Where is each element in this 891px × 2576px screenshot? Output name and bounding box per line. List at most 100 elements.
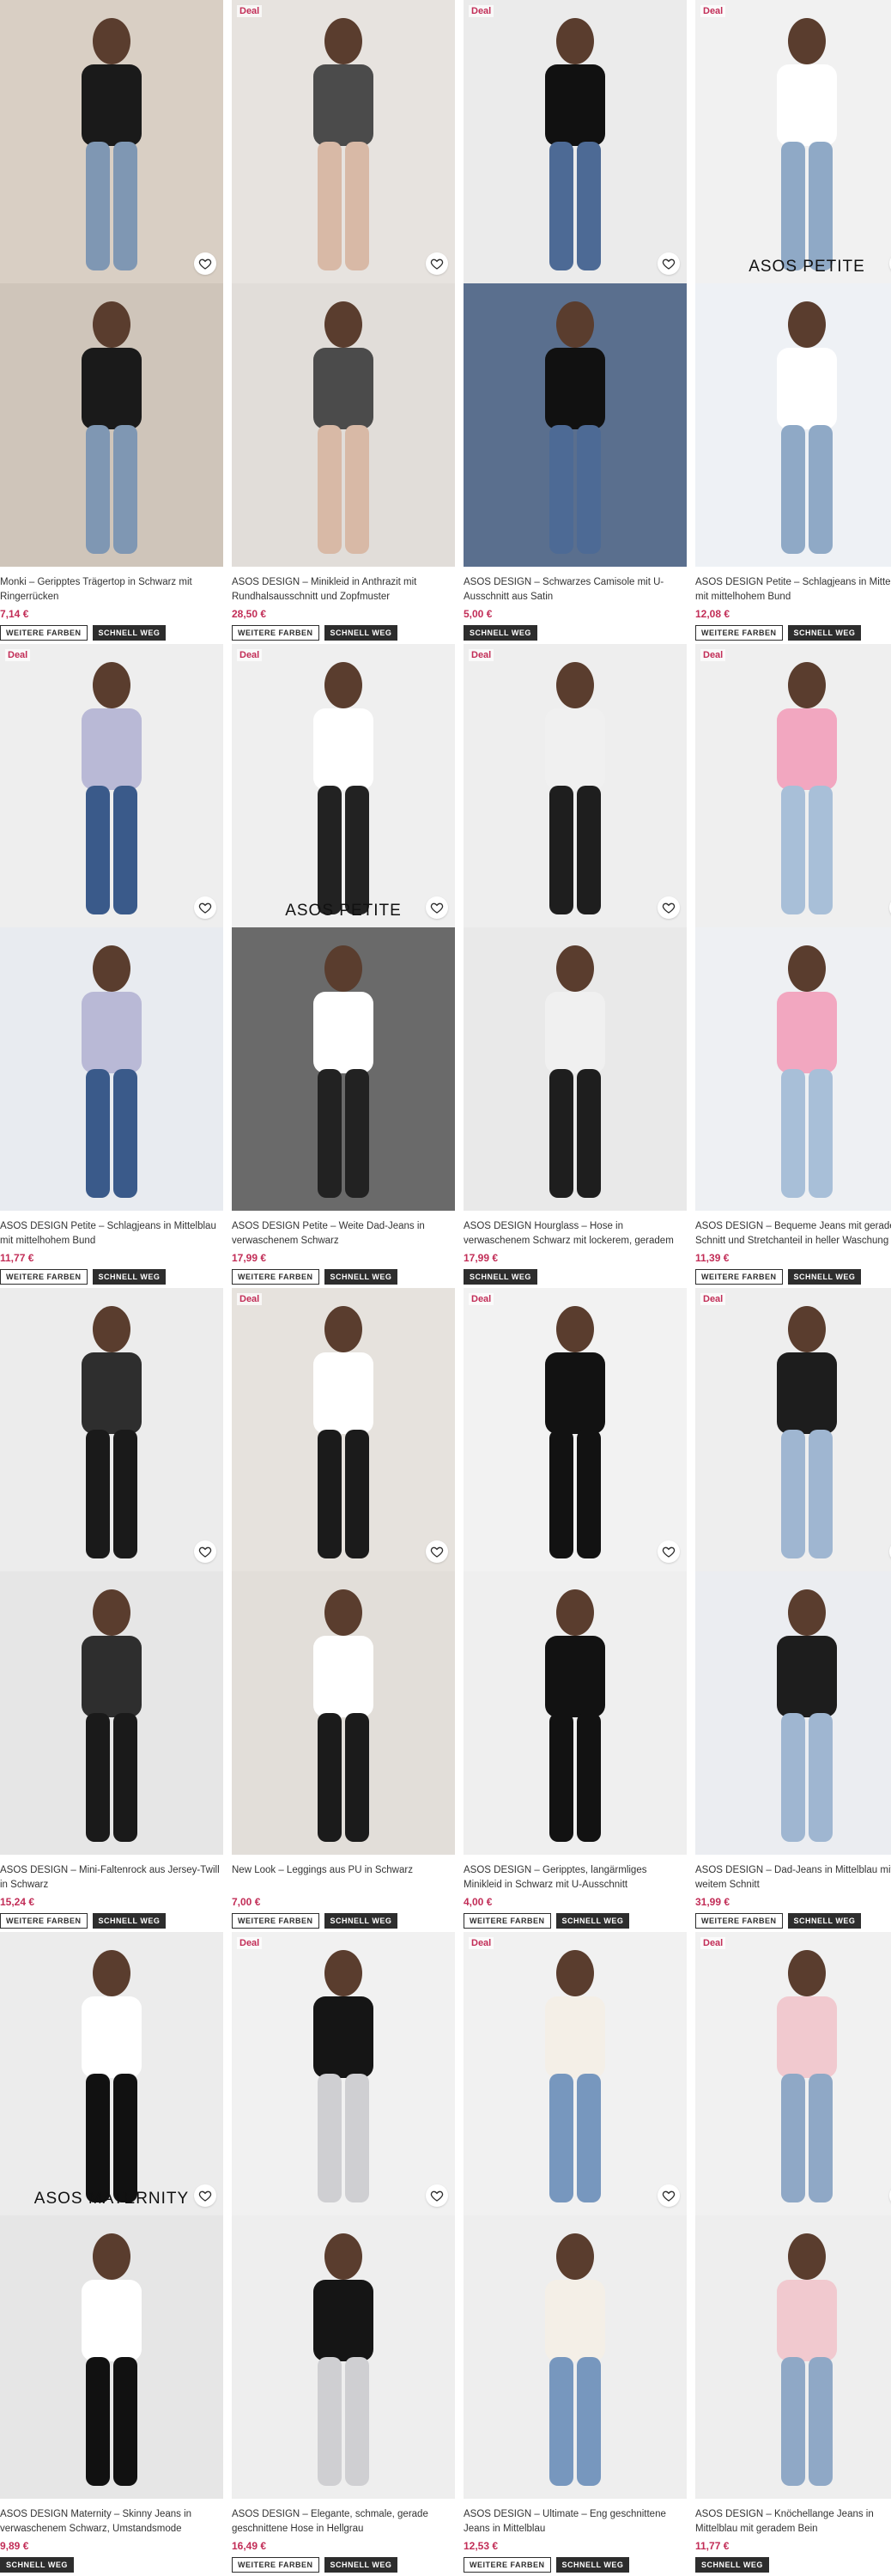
product-image[interactable]: Deal bbox=[464, 1932, 687, 2499]
product-title[interactable]: ASOS DESIGN – Geripptes, langärmliges Mi… bbox=[464, 1863, 687, 1893]
wishlist-heart-icon[interactable] bbox=[194, 2184, 216, 2207]
wishlist-heart-icon[interactable] bbox=[658, 896, 680, 919]
product-title[interactable]: ASOS DESIGN – Minikleid in Anthrazit mit… bbox=[232, 575, 455, 605]
deal-badge: Deal bbox=[700, 649, 726, 661]
product-photo-secondary bbox=[232, 2215, 455, 2499]
product-card[interactable]: ASOS MATERNITY ASOS DESIGN Maternity – Sk… bbox=[0, 1932, 223, 2573]
product-info: ASOS DESIGN – Bequeme Jeans mit geradem … bbox=[695, 1219, 891, 1285]
product-card[interactable]: Deal ASOS DESIGN – Elegante, schmale, ger… bbox=[232, 1932, 455, 2573]
wishlist-heart-icon[interactable] bbox=[194, 1540, 216, 1563]
wishlist-heart-icon[interactable] bbox=[658, 252, 680, 275]
product-photo-primary bbox=[695, 0, 891, 283]
product-card[interactable]: Deal ASOS DESIGN – Geripptes, langärmlige… bbox=[464, 1288, 687, 1929]
product-badges: WEITERE FARBEN SCHNELL WEG bbox=[0, 625, 223, 641]
wishlist-heart-icon[interactable] bbox=[194, 252, 216, 275]
product-price: 9,89 € bbox=[0, 2540, 29, 2552]
wishlist-heart-icon[interactable] bbox=[658, 2184, 680, 2207]
product-image[interactable]: Deal bbox=[464, 644, 687, 1211]
product-image[interactable]: Deal bbox=[695, 644, 891, 1211]
product-card[interactable]: Deal New Look – Leggings aus PU in Schwar… bbox=[232, 1288, 455, 1929]
deal-badge: Deal bbox=[237, 1937, 263, 1949]
product-card[interactable]: Deal ASOS DESIGN Hourglass – Hose in verw… bbox=[464, 644, 687, 1285]
product-photo-secondary bbox=[232, 283, 455, 567]
product-card[interactable]: Deal ASOS DESIGN – Bequeme Jeans mit gera… bbox=[695, 644, 891, 1285]
more-colours-badge[interactable]: WEITERE FARBEN bbox=[232, 1913, 319, 1929]
brand-overlay: ASOS PETITE bbox=[285, 902, 402, 920]
wishlist-heart-icon[interactable] bbox=[658, 1540, 680, 1563]
product-card[interactable]: Deal ASOS DESIGN – Ultimate – Eng geschni… bbox=[464, 1932, 687, 2573]
product-image[interactable] bbox=[0, 0, 223, 567]
more-colours-badge[interactable]: WEITERE FARBEN bbox=[0, 1269, 88, 1285]
product-card[interactable]: Monki – Geripptes Trägertop in Schwarz m… bbox=[0, 0, 223, 641]
product-image[interactable]: Deal bbox=[232, 1288, 455, 1855]
product-photo-secondary bbox=[0, 1571, 223, 1855]
product-card[interactable]: Deal ASOS PETITE ASOS DESIGN Petite – Schl… bbox=[695, 0, 891, 641]
product-title[interactable]: ASOS DESIGN Petite – Weite Dad-Jeans in … bbox=[232, 1219, 455, 1249]
more-colours-badge[interactable]: WEITERE FARBEN bbox=[464, 1913, 551, 1929]
product-card[interactable]: Deal ASOS DESIGN – Schwarzes Camisole mit… bbox=[464, 0, 687, 641]
product-badges: SCHNELL WEG bbox=[464, 1269, 687, 1285]
more-colours-badge[interactable]: WEITERE FARBEN bbox=[695, 625, 783, 641]
product-image[interactable]: Deal bbox=[232, 0, 455, 567]
product-badges: WEITERE FARBEN SCHNELL WEG bbox=[464, 1913, 687, 1929]
product-title[interactable]: ASOS DESIGN – Ultimate – Eng geschnitten… bbox=[464, 2507, 687, 2537]
product-card[interactable]: Deal ASOS PETITE ASOS DESIGN Petite – Weit… bbox=[232, 644, 455, 1285]
product-badges: WEITERE FARBEN SCHNELL WEG bbox=[0, 1269, 223, 1285]
selling-fast-badge: SCHNELL WEG bbox=[695, 2557, 769, 2573]
product-photo-primary bbox=[464, 1932, 687, 2215]
product-title[interactable]: ASOS DESIGN – Dad-Jeans in Mittelblau mi… bbox=[695, 1863, 891, 1893]
product-title[interactable]: ASOS DESIGN Petite – Schlagjeans in Mitt… bbox=[695, 575, 891, 605]
wishlist-heart-icon[interactable] bbox=[426, 896, 448, 919]
product-photo-secondary bbox=[464, 283, 687, 567]
product-title[interactable]: New Look – Leggings aus PU in Schwarz bbox=[232, 1863, 455, 1893]
product-photo-primary bbox=[695, 644, 891, 927]
product-price: 11,39 € bbox=[695, 1252, 730, 1264]
more-colours-badge[interactable]: WEITERE FARBEN bbox=[464, 2557, 551, 2573]
more-colours-badge[interactable]: WEITERE FARBEN bbox=[695, 1269, 783, 1285]
wishlist-heart-icon[interactable] bbox=[426, 252, 448, 275]
product-photo-secondary bbox=[695, 283, 891, 567]
product-title[interactable]: ASOS DESIGN – Bequeme Jeans mit geradem … bbox=[695, 1219, 891, 1249]
product-image[interactable]: Deal bbox=[695, 1288, 891, 1855]
more-colours-badge[interactable]: WEITERE FARBEN bbox=[695, 1913, 783, 1929]
product-image[interactable]: Deal bbox=[464, 1288, 687, 1855]
product-image[interactable]: Deal bbox=[0, 644, 223, 1211]
product-title[interactable]: ASOS DESIGN Maternity – Skinny Jeans in … bbox=[0, 2507, 223, 2537]
more-colours-badge[interactable]: WEITERE FARBEN bbox=[0, 1913, 88, 1929]
product-image[interactable]: Deal bbox=[232, 1932, 455, 2499]
product-badges: WEITERE FARBEN SCHNELL WEG bbox=[232, 1913, 455, 1929]
product-title[interactable]: ASOS DESIGN – Mini-Faltenrock aus Jersey… bbox=[0, 1863, 223, 1893]
product-image[interactable] bbox=[0, 1288, 223, 1855]
product-title[interactable]: ASOS DESIGN – Knöchellange Jeans in Mitt… bbox=[695, 2507, 891, 2537]
selling-fast-badge: SCHNELL WEG bbox=[324, 2557, 398, 2573]
product-title[interactable]: Monki – Geripptes Trägertop in Schwarz m… bbox=[0, 575, 223, 605]
wishlist-heart-icon[interactable] bbox=[426, 1540, 448, 1563]
more-colours-badge[interactable]: WEITERE FARBEN bbox=[232, 1269, 319, 1285]
product-card[interactable]: Deal ASOS DESIGN Petite – Schlagjeans in … bbox=[0, 644, 223, 1285]
product-image[interactable]: Deal ASOS PETITE bbox=[695, 0, 891, 567]
product-card[interactable]: Deal ASOS DESIGN – Knöchellange Jeans in … bbox=[695, 1932, 891, 2573]
more-colours-badge[interactable]: WEITERE FARBEN bbox=[232, 2557, 319, 2573]
product-title[interactable]: ASOS DESIGN Hourglass – Hose in verwasch… bbox=[464, 1219, 687, 1249]
more-colours-badge[interactable]: WEITERE FARBEN bbox=[0, 625, 88, 641]
deal-badge: Deal bbox=[700, 1293, 726, 1305]
product-image[interactable]: Deal bbox=[464, 0, 687, 567]
more-colours-badge[interactable]: WEITERE FARBEN bbox=[232, 625, 319, 641]
product-card[interactable]: ASOS DESIGN – Mini-Faltenrock aus Jersey… bbox=[0, 1288, 223, 1929]
product-card[interactable]: Deal ASOS DESIGN – Dad-Jeans in Mittelbla… bbox=[695, 1288, 891, 1929]
wishlist-heart-icon[interactable] bbox=[194, 896, 216, 919]
deal-badge: Deal bbox=[469, 1937, 494, 1949]
product-image[interactable]: ASOS MATERNITY bbox=[0, 1932, 223, 2499]
wishlist-heart-icon[interactable] bbox=[426, 2184, 448, 2207]
selling-fast-badge: SCHNELL WEG bbox=[324, 1269, 398, 1285]
product-image[interactable]: Deal bbox=[695, 1932, 891, 2499]
product-title[interactable]: ASOS DESIGN – Schwarzes Camisole mit U-A… bbox=[464, 575, 687, 605]
product-info: ASOS DESIGN – Mini-Faltenrock aus Jersey… bbox=[0, 1863, 223, 1929]
product-card[interactable]: Deal ASOS DESIGN – Minikleid in Anthrazit… bbox=[232, 0, 455, 641]
product-title[interactable]: ASOS DESIGN Petite – Schlagjeans in Mitt… bbox=[0, 1219, 223, 1249]
product-price: 15,24 € bbox=[0, 1896, 35, 1908]
product-price: 11,77 € bbox=[695, 2540, 730, 2552]
product-photo-primary bbox=[695, 1932, 891, 2215]
product-image[interactable]: Deal ASOS PETITE bbox=[232, 644, 455, 1211]
product-title[interactable]: ASOS DESIGN – Elegante, schmale, gerade … bbox=[232, 2507, 455, 2537]
